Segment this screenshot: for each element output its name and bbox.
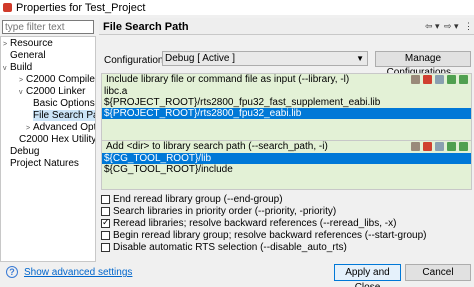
tree-item-debug[interactable]: Debug (10, 146, 39, 157)
chevron-right-icon[interactable]: > (26, 123, 33, 134)
chevron-right-icon[interactable]: > (3, 39, 10, 50)
forward-arrow-icon[interactable]: ⇨ (444, 21, 452, 32)
tree-item-c2000-compiler[interactable]: > C2000 Compiler (19, 74, 96, 86)
end-group-option[interactable]: End reread library group (--end-group) (101, 193, 401, 205)
back-dropdown-icon[interactable]: ▾ (435, 21, 440, 32)
back-arrow-icon[interactable]: ⇦ (425, 21, 433, 32)
edit-icon[interactable] (435, 75, 444, 84)
tree-item-label: Resource (10, 38, 53, 49)
checkbox-label: Reread libraries; resolve backward refer… (113, 217, 397, 229)
search-path-panel: Add <dir> to library search path (--sear… (101, 140, 472, 190)
add-icon[interactable] (411, 142, 420, 151)
apply-and-close-button[interactable]: Apply and Close (334, 264, 401, 287)
chevron-down-icon[interactable]: v (3, 63, 10, 74)
window-title: Properties for Test_Project (16, 1, 146, 14)
tree-item-label: C2000 Hex Utility (19, 134, 96, 145)
help-icon[interactable]: ? (6, 266, 18, 278)
reread-libs-option[interactable]: Reread libraries; resolve backward refer… (101, 217, 401, 229)
list-empty-area (102, 175, 471, 189)
panel-toolbar (408, 142, 468, 151)
checkbox[interactable] (101, 242, 110, 252)
add-icon[interactable] (411, 75, 420, 84)
list-item[interactable]: ${CG_TOOL_ROOT}/include (102, 164, 471, 175)
checkbox[interactable] (101, 230, 110, 240)
tree-item-label: C2000 Compiler (26, 74, 96, 85)
configuration-select[interactable]: Debug [ Active ] ▼ (162, 51, 368, 66)
tree-item-label: File Search Path (33, 110, 95, 121)
delete-icon[interactable] (423, 75, 432, 84)
delete-icon[interactable] (423, 142, 432, 151)
tree-item-label: C2000 Linker (26, 86, 86, 97)
include-library-header-label: Include library file or command file as … (106, 74, 350, 85)
disable-auto-rts-option[interactable]: Disable automatic RTS selection (--disab… (101, 241, 401, 253)
tree-item-c2000-linker[interactable]: v C2000 Linker (19, 86, 85, 97)
tree-item-basic-options[interactable]: Basic Options (33, 98, 95, 109)
tree-item-project-natures[interactable]: Project Natures (10, 158, 79, 169)
include-library-header: Include library file or command file as … (102, 74, 471, 86)
move-up-icon[interactable] (447, 75, 456, 84)
dialog-footer: ? Show advanced settings Apply and Close… (0, 262, 474, 287)
checkbox[interactable] (101, 206, 110, 216)
show-advanced-settings-link[interactable]: Show advanced settings (24, 267, 132, 278)
panel-toolbar (408, 75, 468, 84)
checkbox[interactable] (101, 194, 110, 204)
configuration-label: Configuration: (104, 55, 167, 66)
property-tree: > Resource General v Build > C2000 Compiler… (0, 36, 96, 262)
list-item-selected[interactable]: ${PROJECT_ROOT}/rts2800_fpu32_eabi.lib (102, 108, 471, 119)
move-down-icon[interactable] (459, 142, 468, 151)
move-down-icon[interactable] (459, 75, 468, 84)
tree-item-advanced-options[interactable]: >Advanced Optic (26, 122, 95, 134)
tree-item-c2000-hex-utility[interactable]: C2000 Hex Utility (19, 134, 96, 145)
tree-item-file-search-path[interactable]: File Search Path (33, 110, 95, 121)
list-item[interactable]: libc.a (102, 86, 471, 97)
settings-page: File Search Path ⇦ ▾ ⇨ ▾ ⋮ Configuration… (99, 18, 474, 262)
tree-item-label: General (10, 50, 46, 61)
tree-item-general[interactable]: General (10, 50, 46, 61)
tree-item-label: Build (10, 62, 33, 73)
checkbox-checked[interactable] (101, 217, 110, 228)
configuration-value: Debug [ Active ] (165, 53, 236, 64)
checkbox-label: Begin reread library group; resolve back… (113, 229, 427, 241)
move-up-icon[interactable] (447, 142, 456, 151)
chevron-down-icon[interactable]: v (19, 87, 26, 98)
page-header: File Search Path ⇦ ▾ ⇨ ▾ ⋮ (99, 18, 474, 35)
tree-item-resource[interactable]: > Resource (3, 38, 53, 49)
filter-input[interactable] (2, 20, 94, 34)
checkbox-label: Disable automatic RTS selection (--disab… (113, 241, 347, 253)
manage-configurations-button[interactable]: Manage Configurations... (375, 51, 471, 78)
tree-item-label: Basic Options (33, 98, 95, 109)
view-menu-icon[interactable]: ⋮ (464, 21, 473, 32)
tree-item-label: Project Natures (10, 158, 79, 169)
app-icon (3, 3, 12, 12)
priority-option[interactable]: Search libraries in priority order (--pr… (101, 205, 401, 217)
list-item[interactable]: ${PROJECT_ROOT}/rts2800_fpu32_fast_suppl… (102, 97, 471, 108)
search-path-header-label: Add <dir> to library search path (--sear… (106, 141, 328, 152)
cancel-button[interactable]: Cancel (405, 264, 471, 281)
search-path-header: Add <dir> to library search path (--sear… (102, 141, 471, 153)
checkbox-label: End reread library group (--end-group) (113, 193, 283, 205)
tree-item-label: Advanced Optic (33, 122, 95, 133)
checkbox-label: Search libraries in priority order (--pr… (113, 205, 337, 217)
title-bar: Properties for Test_Project (0, 0, 474, 15)
tree-item-build[interactable]: v Build (3, 62, 32, 73)
chevron-right-icon[interactable]: > (19, 75, 26, 86)
chevron-down-icon: ▼ (356, 54, 364, 63)
left-pane: >Resource General vBuild >C2000 Compiler… (0, 18, 96, 262)
tree-item-label: Debug (10, 146, 40, 157)
list-item-selected[interactable]: ${CG_TOOL_ROOT}/lib (102, 153, 471, 164)
edit-icon[interactable] (435, 142, 444, 151)
page-title: File Search Path (103, 21, 189, 33)
forward-dropdown-icon[interactable]: ▾ (454, 21, 459, 32)
start-group-option[interactable]: Begin reread library group; resolve back… (101, 229, 426, 241)
